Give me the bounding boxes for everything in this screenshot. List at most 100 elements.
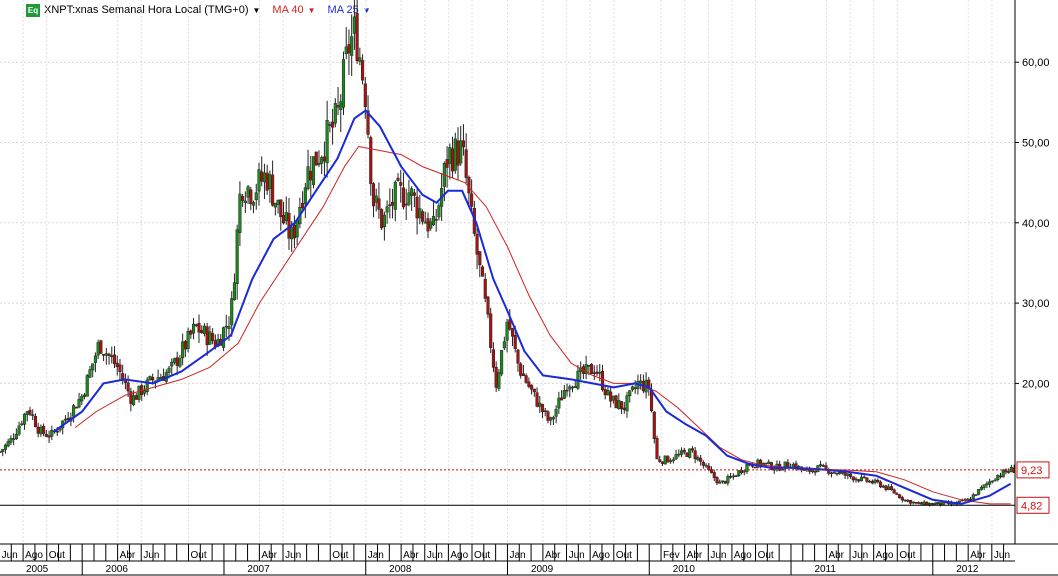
candle [540, 404, 545, 412]
candle [535, 392, 539, 407]
candle [881, 485, 885, 488]
candle [459, 140, 463, 164]
candle [598, 372, 602, 374]
candle [192, 323, 196, 334]
year-label: 2007 [247, 564, 270, 575]
candle [712, 472, 716, 479]
candle [979, 487, 983, 490]
candle [568, 386, 572, 390]
candle [44, 434, 48, 437]
candle [391, 201, 395, 206]
candle [91, 363, 95, 371]
candle [685, 452, 689, 457]
candle [151, 376, 155, 381]
candle [371, 183, 376, 207]
candle [494, 366, 498, 388]
month-label: Jun [143, 550, 159, 561]
candle [521, 373, 525, 377]
y-tick-label: 30,00 [1022, 298, 1050, 310]
candle [238, 193, 242, 233]
candle [377, 198, 381, 210]
year-label: 2005 [26, 564, 49, 575]
candle [423, 221, 427, 224]
month-label: Ago [450, 550, 468, 561]
candle [690, 448, 694, 451]
candle [974, 494, 978, 496]
candle [77, 399, 81, 408]
candle [72, 405, 76, 417]
month-label: Abr [403, 550, 419, 561]
candle [573, 386, 577, 388]
candle [159, 377, 163, 380]
candle [453, 138, 457, 171]
candle [906, 500, 910, 502]
candle [1001, 469, 1005, 478]
candle [985, 483, 989, 486]
candle [739, 470, 744, 473]
candle [843, 472, 847, 476]
candle [205, 326, 209, 346]
candle [96, 342, 100, 356]
candle [876, 480, 880, 483]
candle [311, 156, 316, 185]
candle [399, 182, 403, 186]
month-label: Ago [734, 550, 752, 561]
candle [426, 218, 430, 232]
candle [104, 353, 108, 356]
candle [859, 476, 864, 482]
candle [31, 414, 35, 416]
candle [609, 391, 613, 402]
candle [336, 105, 340, 108]
candle [720, 480, 724, 482]
candle [767, 461, 771, 464]
candle [410, 188, 414, 196]
month-label: Out [758, 550, 774, 561]
candle [137, 385, 141, 400]
candle [33, 416, 37, 428]
candle [865, 477, 869, 482]
candle [829, 472, 834, 475]
month-label: Ago [876, 550, 894, 561]
candle [246, 186, 250, 198]
candle [317, 162, 321, 165]
candle [208, 331, 212, 345]
candle [301, 202, 305, 209]
candle [82, 394, 87, 397]
candle [25, 411, 29, 415]
candle [810, 469, 814, 472]
candle [606, 389, 610, 396]
candle [658, 459, 662, 462]
candle [497, 372, 501, 389]
candle [393, 181, 397, 210]
candle [22, 413, 27, 425]
candle [669, 460, 673, 462]
month-label: Out [474, 550, 490, 561]
candle [835, 472, 839, 475]
candle [679, 450, 684, 455]
candle [355, 13, 359, 61]
candle [704, 464, 708, 467]
candle [821, 465, 825, 467]
candle [126, 382, 130, 392]
candle [941, 501, 945, 506]
candle [898, 494, 902, 499]
candle [50, 429, 54, 437]
price-label: 9,23 [1021, 465, 1042, 477]
month-label: Abr [120, 550, 136, 561]
candle [132, 395, 136, 406]
candle [172, 358, 177, 363]
candle [971, 494, 975, 500]
candle [936, 501, 940, 505]
price-chart[interactable]: 20,00 30,00 40,00 50,00 60,00 9,23 4,82 Jun Ago O… [0, 0, 1058, 576]
candle [369, 137, 373, 184]
candle [3, 444, 8, 450]
candle [303, 187, 307, 205]
candle [382, 214, 386, 228]
candle [715, 477, 719, 484]
month-label: Jun [994, 550, 1010, 561]
candle [663, 455, 667, 465]
month-label: Ago [25, 550, 43, 561]
candle [840, 471, 844, 474]
year-label: 2012 [956, 564, 979, 575]
candle [660, 461, 665, 464]
